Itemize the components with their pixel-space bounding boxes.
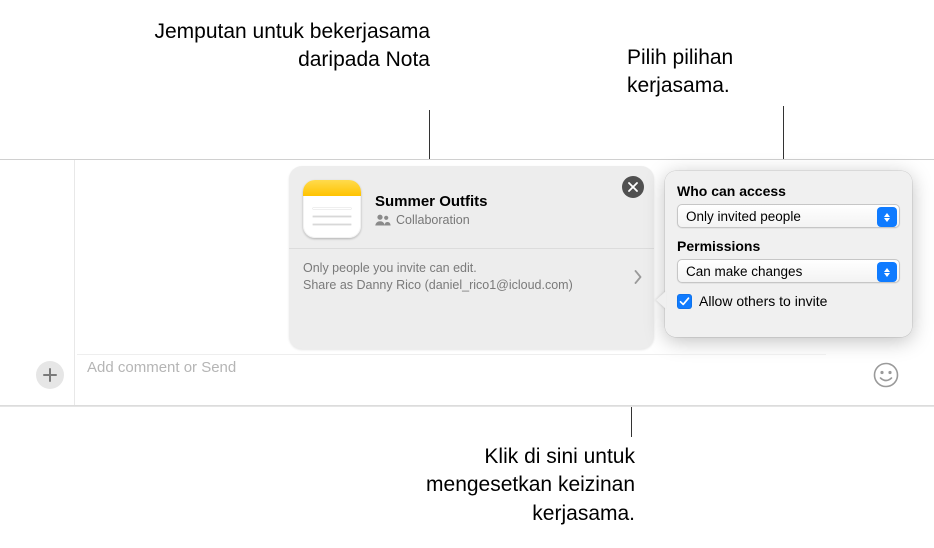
share-settings-row[interactable]: Only people you invite can edit. Share a…	[289, 248, 654, 306]
allow-others-invite-checkbox[interactable]	[677, 294, 692, 309]
add-attachment-button[interactable]	[36, 361, 64, 389]
select-arrows-icon	[877, 262, 897, 282]
callout-line	[429, 110, 430, 159]
permissions-label: Permissions	[677, 238, 900, 254]
compose-placeholder: Add comment or Send	[87, 359, 236, 376]
chevron-right-icon[interactable]	[634, 270, 642, 284]
emoji-button[interactable]	[872, 361, 900, 389]
who-can-access-select[interactable]: Only invited people	[677, 204, 900, 228]
select-arrows-icon	[877, 207, 897, 227]
who-can-access-value: Only invited people	[686, 209, 801, 224]
notes-app-icon	[303, 180, 361, 238]
permissions-select[interactable]: Can make changes	[677, 259, 900, 283]
callout-text-permissions: Klik di sini untuk mengesetkan keizinan …	[410, 443, 635, 528]
permissions-value: Can make changes	[686, 264, 802, 279]
collaboration-invite-card[interactable]: Summer Outfits Collaboration Only people…	[289, 166, 654, 349]
collaboration-label: Collaboration	[396, 213, 470, 227]
share-as-text: Share as Danny Rico (daniel_rico1@icloud…	[303, 277, 640, 294]
who-can-access-label: Who can access	[677, 183, 900, 199]
collaboration-options-popover: Who can access Only invited people Permi…	[665, 171, 912, 337]
people-icon	[375, 214, 391, 226]
callout-text-invitation: Jemputan untuk bekerjasama daripada Nota	[150, 18, 430, 75]
callout-line	[783, 106, 784, 159]
note-title: Summer Outfits	[375, 193, 488, 210]
edit-permission-text: Only people you invite can edit.	[303, 261, 640, 275]
allow-others-invite-label: Allow others to invite	[699, 293, 827, 309]
close-button[interactable]	[622, 176, 644, 198]
callout-text-options: Pilih pilihan kerjasama.	[627, 44, 827, 101]
bottom-divider	[0, 405, 934, 406]
compose-input[interactable]: Add comment or Send	[77, 354, 826, 382]
